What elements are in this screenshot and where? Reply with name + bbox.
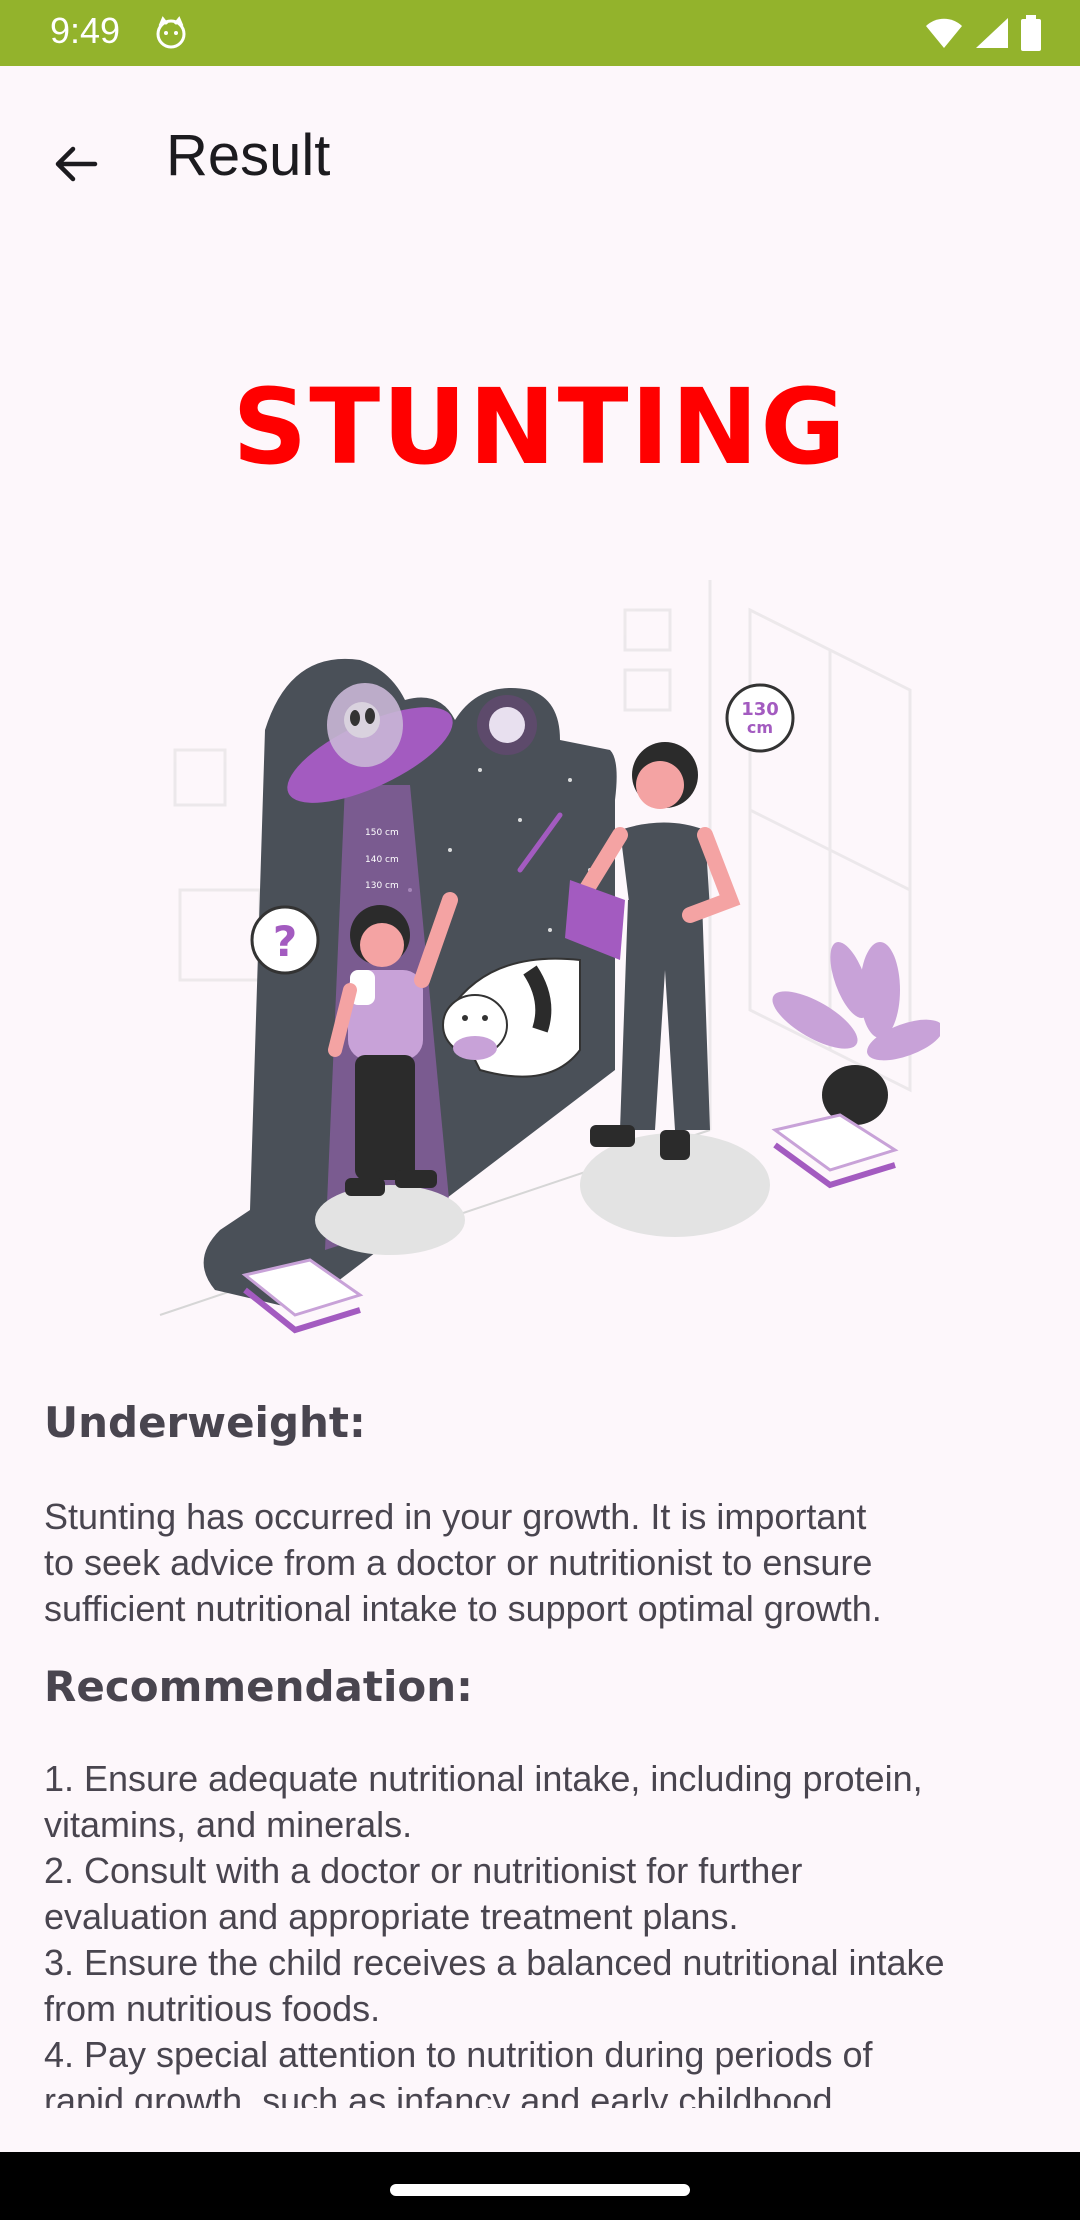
status-description: Stunting has occurred in your growth. It… xyxy=(44,1496,882,1629)
status-icons xyxy=(924,14,1042,52)
top-app-bar: Result xyxy=(0,66,1080,246)
ruler-mark-130: 130 cm xyxy=(365,881,399,891)
signal-icon xyxy=(976,18,1008,48)
question-mark: ? xyxy=(273,917,297,966)
arrow-back-icon xyxy=(55,146,98,182)
home-gesture-handle[interactable] xyxy=(390,2184,690,2196)
recommendation-heading: Recommendation: xyxy=(44,1662,473,1711)
recommendation-scroll-area[interactable]: 1. Ensure adequate nutritional intake, i… xyxy=(44,1756,1054,2108)
height-bubble-value: 130 xyxy=(741,699,779,720)
height-bubble-unit: cm xyxy=(747,718,773,737)
ruler-mark-140: 140 cm xyxy=(365,855,399,865)
cat-face-icon xyxy=(156,16,186,49)
stunting-illustration: 150 cm 140 cm 130 cm ? 130 cm xyxy=(159,580,940,1334)
recommendation-list: 1. Ensure adequate nutritional intake, i… xyxy=(44,1758,945,2108)
status-bar: 9:49 xyxy=(0,0,1080,66)
result-title: STUNTING xyxy=(232,366,848,488)
battery-icon xyxy=(1021,15,1041,51)
app-bar-title: Result xyxy=(166,123,331,188)
status-heading: Underweight: xyxy=(44,1398,366,1447)
status-time: 9:49 xyxy=(50,10,121,51)
ruler-mark-150: 150 cm xyxy=(365,828,399,838)
back-button[interactable] xyxy=(36,124,116,204)
wifi-icon xyxy=(926,18,962,48)
